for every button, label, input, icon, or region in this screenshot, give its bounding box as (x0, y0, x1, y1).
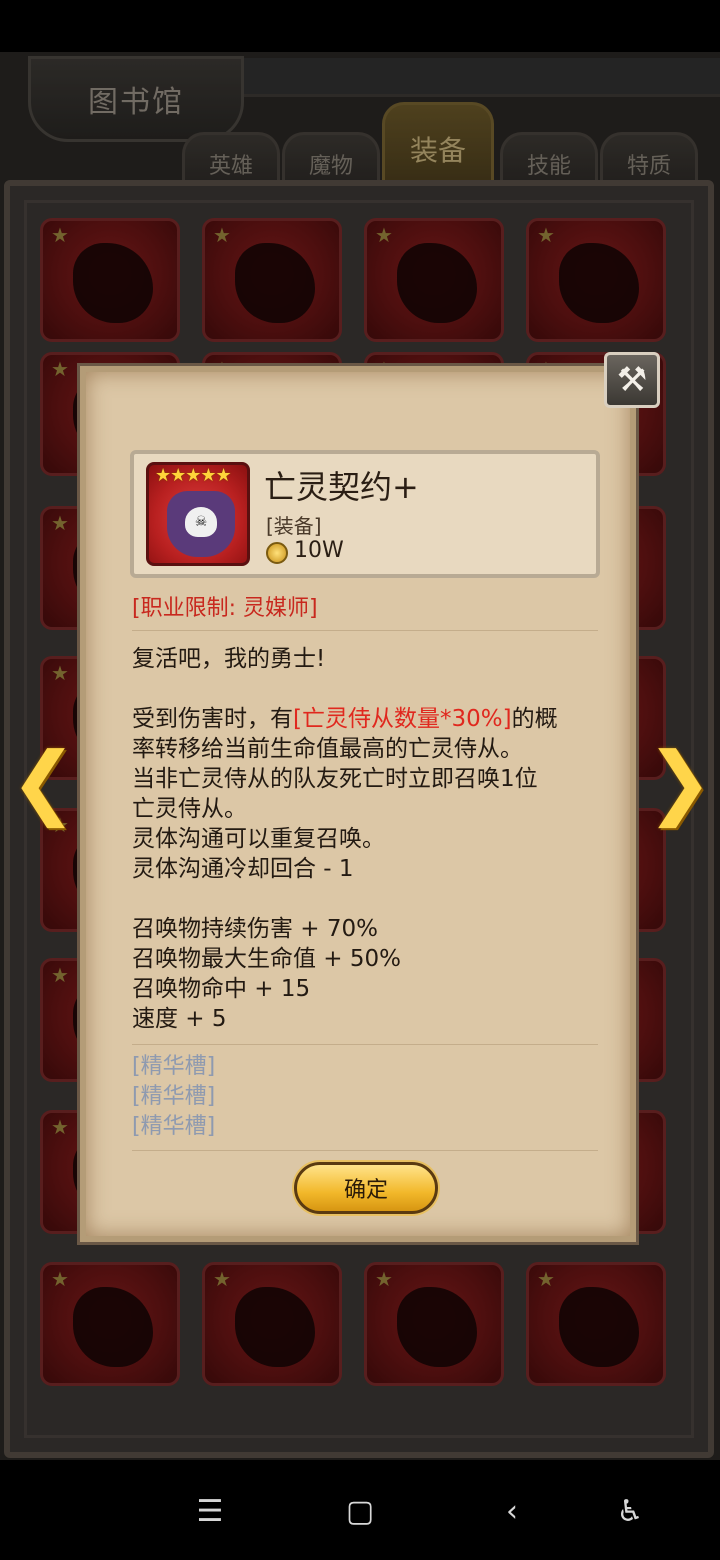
confirm-button[interactable]: 确定 (294, 1162, 438, 1214)
home-icon[interactable]: ▢ (330, 1490, 390, 1534)
effect-line: 率转移给当前生命值最高的亡灵侍从。 (132, 736, 523, 762)
effect-line: 灵体沟通可以重复召唤。 (132, 826, 385, 852)
prev-item-arrow-icon[interactable]: ❮ (10, 740, 77, 824)
stat-line: 召唤物持续伤害 + 70% (132, 916, 379, 942)
item-detail-popup: ☠ ★★★★★ 亡灵契约+ [装备] 10W [职业限制: 灵媒师] 复活吧，我… (80, 366, 636, 1242)
effect-line: 灵体沟通冷却回合 - 1 (132, 856, 354, 882)
divider (132, 630, 598, 631)
stat-line: 召唤物命中 + 15 (132, 976, 311, 1002)
essence-slot: [精华槽] (132, 1114, 216, 1139)
item-price: 10W (294, 538, 344, 563)
system-nav-bar: ☰ ▢ ‹ ♿ (0, 1460, 720, 1560)
item-name: 亡灵契约+ (264, 468, 419, 506)
flavor-text: 复活吧，我的勇士! (132, 646, 326, 672)
divider (132, 1150, 598, 1151)
back-icon[interactable]: ‹ (482, 1490, 542, 1534)
item-category: [装备] (266, 514, 322, 538)
divider (132, 1044, 598, 1045)
effect-line: 受到伤害时，有[亡灵侍从数量*30%]的概 (132, 706, 558, 732)
item-header: ☠ ★★★★★ 亡灵契约+ [装备] 10W (130, 450, 600, 578)
rarity-stars-icon: ★★★★★ (155, 465, 232, 486)
essence-slot: [精华槽] (132, 1054, 216, 1079)
close-icon[interactable]: ⚒ (604, 352, 660, 408)
class-restriction: [职业限制: 灵媒师] (132, 596, 318, 621)
library-screen: 图书馆 英雄 魔物 装备 技能 特质 ★★★★★★★★★★★★★★★★★★★★★… (0, 52, 720, 1460)
menu-icon[interactable]: ☰ (180, 1490, 240, 1534)
accessibility-icon[interactable]: ♿ (600, 1490, 660, 1534)
stat-line: 速度 + 5 (132, 1006, 227, 1032)
effect-line: 当非亡灵侍从的队友死亡时立即召唤1位 (132, 766, 538, 792)
effect-highlight: [亡灵侍从数量*30%] (293, 706, 512, 732)
gold-coin-icon (266, 542, 288, 564)
next-item-arrow-icon[interactable]: ❯ (646, 740, 713, 824)
item-icon: ☠ ★★★★★ (146, 462, 250, 566)
status-bar (0, 0, 720, 52)
essence-slot: [精华槽] (132, 1084, 216, 1109)
skull-icon: ☠ (185, 507, 217, 537)
effect-line: 亡灵侍从。 (132, 796, 247, 822)
stat-line: 召唤物最大生命值 + 50% (132, 946, 402, 972)
